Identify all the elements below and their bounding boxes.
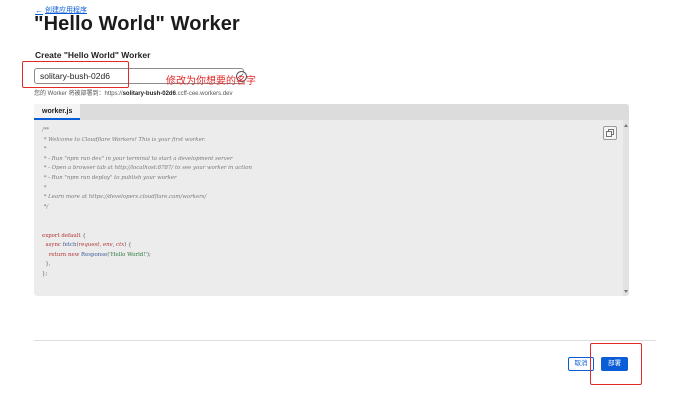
code-line: async fetch(request, env, ctx) { (45, 242, 132, 249)
code-line: export default { (42, 232, 86, 239)
code-line: * (42, 146, 47, 153)
page-title: "Hello World" Worker (34, 13, 240, 35)
deploy-button[interactable]: 部署 (601, 357, 628, 371)
deploy-url-suffix: .ccff-cee.workers.dev (175, 91, 233, 97)
code-line: * Learn more at https://developers.cloud… (42, 194, 207, 201)
footer-divider (34, 340, 656, 341)
copy-icon (606, 129, 614, 137)
deploy-url-prefix: 您的 Worker 将被部署到：https:// (34, 91, 123, 97)
code-line: }; (42, 270, 48, 277)
code-line: * Welcome to Cloudflare Workers! This is… (42, 136, 206, 143)
code-editor[interactable]: worker.js /** * Welcome to Cloudflare Wo… (34, 104, 629, 296)
code-line: * - Open a browser tab at http://localho… (42, 165, 252, 172)
code-line: * - Run "npm run deploy" to publish your… (42, 174, 177, 181)
code-line: * (42, 184, 47, 191)
cancel-button[interactable]: 取消 (568, 357, 594, 371)
scroll-up-icon[interactable] (624, 124, 628, 127)
code-line: * - Run "npm run dev" in your terminal t… (42, 155, 233, 162)
code-line: */ (42, 203, 49, 210)
code-line: return new Response('Hello World!'); (48, 251, 151, 258)
tab-worker-js[interactable]: worker.js (34, 104, 81, 120)
editor-tab-bar: worker.js (34, 104, 629, 120)
editor-scrollbar[interactable] (623, 120, 629, 296)
code-content[interactable]: /** * Welcome to Cloudflare Workers! Thi… (42, 126, 599, 280)
code-line: }, (42, 261, 51, 268)
scroll-down-icon[interactable] (624, 290, 628, 293)
deploy-url-hint: 您的 Worker 将被部署到：https://solitary-bush-02… (34, 88, 233, 97)
deploy-url-name: solitary-bush-02d6 (122, 91, 176, 97)
input-annotation: 修改为你想要的名字 (166, 76, 256, 87)
form-label: Create "Hello World" Worker (35, 50, 151, 60)
code-line: /** (42, 127, 50, 133)
copy-button[interactable] (603, 126, 617, 140)
